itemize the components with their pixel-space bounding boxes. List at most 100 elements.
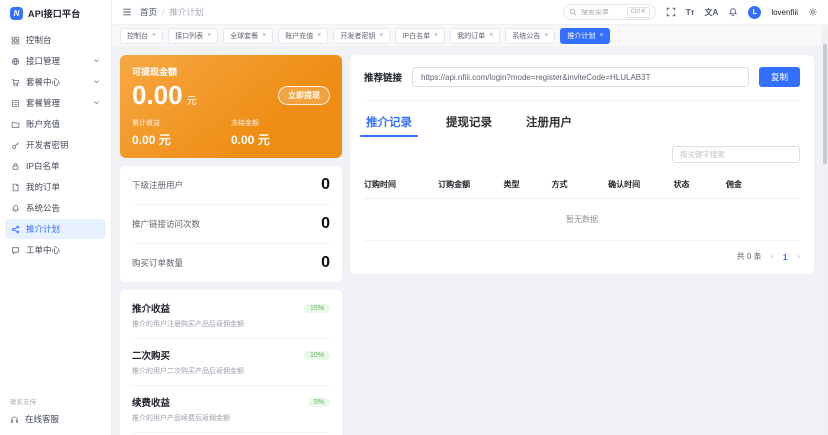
tab-recharge[interactable]: 账户充值× <box>278 28 328 44</box>
tab-console[interactable]: 控制台× <box>120 28 163 44</box>
breadcrumb-home[interactable]: 首页 <box>140 6 157 18</box>
page-scrollbar <box>822 26 828 435</box>
close-icon[interactable]: × <box>544 32 548 39</box>
col-confirm-time: 确认时间 <box>608 179 673 190</box>
sidebar-item-label: 系统公告 <box>26 202 60 214</box>
close-icon[interactable]: × <box>489 32 493 39</box>
fullscreen-icon[interactable] <box>666 7 676 17</box>
username[interactable]: lovenfiii <box>771 8 798 17</box>
menu-search[interactable]: Ctrl K <box>563 4 656 20</box>
sidebar-item-ip-whitelist[interactable]: IP白名单 <box>5 156 106 176</box>
commission-row: 推介收益 15% 推介的用户注册购买产品后返佣金额 <box>132 292 330 339</box>
chevron-down-icon <box>93 56 100 66</box>
pagination: 共 0 条 ‹ 1 › <box>364 251 800 262</box>
tab-announcements[interactable]: 系统公告× <box>505 28 555 44</box>
sidebar-item-label: 账户充值 <box>26 118 60 130</box>
close-icon[interactable]: × <box>434 32 438 39</box>
tab-my-orders[interactable]: 我的订单× <box>450 28 500 44</box>
sidebar-item-my-orders[interactable]: 我的订单 <box>5 177 106 197</box>
withdraw-button[interactable]: 立即提现 <box>278 86 330 105</box>
pagination-total: 共 0 条 <box>737 251 762 262</box>
tab-registered-users[interactable]: 注册用户 <box>524 105 574 137</box>
tab-global-packages[interactable]: 全球套餐× <box>223 28 273 44</box>
referral-link-label: 推荐链接 <box>364 70 402 84</box>
bell-icon[interactable] <box>728 7 738 17</box>
sidebar-item-label: 控制台 <box>26 34 52 46</box>
referral-link-input[interactable] <box>412 67 749 87</box>
rate-badge: 10% <box>304 351 330 360</box>
app-window: N API接口平台 控制台 接口管理 套餐中心 套餐管理 <box>0 0 828 435</box>
online-service-link[interactable]: 在线客服 <box>10 413 101 425</box>
close-icon[interactable]: × <box>152 32 156 39</box>
sidebar-item-package-management[interactable]: 套餐管理 <box>5 93 106 113</box>
tab-developer-key[interactable]: 开发者密钥× <box>333 28 390 44</box>
lock-icon <box>11 162 20 171</box>
copy-button[interactable]: 复制 <box>759 67 800 87</box>
sidebar-item-developer-key[interactable]: 开发者密钥 <box>5 135 106 155</box>
col-type: 类型 <box>504 179 552 190</box>
gear-icon[interactable] <box>808 7 818 17</box>
search-input[interactable] <box>581 9 623 16</box>
share-icon <box>11 225 20 234</box>
wallet-frozen: 冻结金额 0.00 元 <box>231 118 330 148</box>
sidebar-item-label: 开发者密钥 <box>26 139 69 151</box>
font-size-icon[interactable]: Tт <box>686 8 695 17</box>
wallet-unit: 元 <box>187 92 197 107</box>
tab-api-list[interactable]: 接口列表× <box>168 28 218 44</box>
tab-referral-records[interactable]: 推介记录 <box>364 105 414 137</box>
close-icon[interactable]: × <box>262 32 266 39</box>
shortcut-badge: Ctrl K <box>627 7 650 18</box>
scrollbar-thumb[interactable] <box>823 44 827 164</box>
keyword-search-input[interactable] <box>672 146 800 163</box>
sidebar-item-console[interactable]: 控制台 <box>5 30 106 50</box>
search-icon <box>569 8 577 16</box>
close-icon[interactable]: × <box>379 32 383 39</box>
stats-card: 下级注册用户 0 推广链接访问次数 0 购买订单数量 0 <box>120 166 342 282</box>
sidebar-nav: 控制台 接口管理 套餐中心 套餐管理 账户充值 <box>0 26 111 265</box>
key-icon <box>11 141 20 150</box>
sidebar-item-recharge[interactable]: 账户充值 <box>5 114 106 134</box>
sidebar-item-package-center[interactable]: 套餐中心 <box>5 72 106 92</box>
close-icon[interactable]: × <box>317 32 321 39</box>
next-page-icon[interactable]: › <box>797 252 800 262</box>
referral-panel: 推荐链接 复制 推介记录 提现记录 注册用户 订购时间 订购金额 类型 方式 <box>350 55 814 274</box>
records-tabs: 推介记录 提现记录 注册用户 <box>364 105 800 137</box>
stat-link-visits: 推广链接访问次数 0 <box>132 205 330 244</box>
sidebar-item-ticket-center[interactable]: 工单中心 <box>5 240 106 260</box>
chevron-down-icon <box>93 98 100 108</box>
sidebar-item-label: 我的订单 <box>26 181 60 193</box>
sidebar-item-label: IP白名单 <box>26 160 60 172</box>
sidebar-item-label: 推介计划 <box>26 223 60 235</box>
sidebar-item-referral-plan[interactable]: 推介计划 <box>5 219 106 239</box>
main-content: 可提现金额 0.00 元 立即提现 累计收益 0.00 元 冻结金额 0.00 … <box>112 47 822 435</box>
close-icon[interactable]: × <box>599 32 603 39</box>
tab-ip-whitelist[interactable]: IP白名单× <box>395 28 445 44</box>
tab-referral-plan[interactable]: 推介计划× <box>560 28 610 44</box>
list-icon <box>11 99 20 108</box>
dashboard-icon <box>11 36 20 45</box>
support-label: 联系支持 <box>10 396 101 406</box>
translate-icon[interactable]: 文A <box>705 7 719 18</box>
close-icon[interactable]: × <box>207 32 211 39</box>
chevron-down-icon <box>93 77 100 87</box>
commission-row: 二次购买 10% 推介的用户二次购买产品后返佣金额 <box>132 339 330 386</box>
table-header: 订购时间 订购金额 类型 方式 确认时间 状态 佣金 <box>364 171 800 199</box>
empty-state: 暂无数据 <box>364 199 800 241</box>
wallet-cumulative: 累计收益 0.00 元 <box>132 118 231 148</box>
tabbar: 控制台× 接口列表× 全球套餐× 账户充值× 开发者密钥× IP白名单× 我的订… <box>112 25 828 47</box>
folder-icon <box>11 120 20 129</box>
page-number[interactable]: 1 <box>783 252 788 262</box>
collapse-menu-icon[interactable] <box>122 7 132 17</box>
cart-icon <box>11 78 20 87</box>
sidebar-item-announcements[interactable]: 系统公告 <box>5 198 106 218</box>
breadcrumb: 首页 / 推介计划 <box>140 6 203 18</box>
chat-icon <box>11 246 20 255</box>
sidebar-item-label: 套餐管理 <box>26 97 60 109</box>
app-logo: N API接口平台 <box>0 0 111 26</box>
prev-page-icon[interactable]: ‹ <box>771 252 774 262</box>
col-order-amount: 订购金额 <box>438 179 503 190</box>
col-commission: 佣金 <box>726 179 800 190</box>
avatar[interactable]: L <box>748 6 761 19</box>
sidebar-item-api-management[interactable]: 接口管理 <box>5 51 106 71</box>
tab-withdrawal-records[interactable]: 提现记录 <box>444 105 494 137</box>
